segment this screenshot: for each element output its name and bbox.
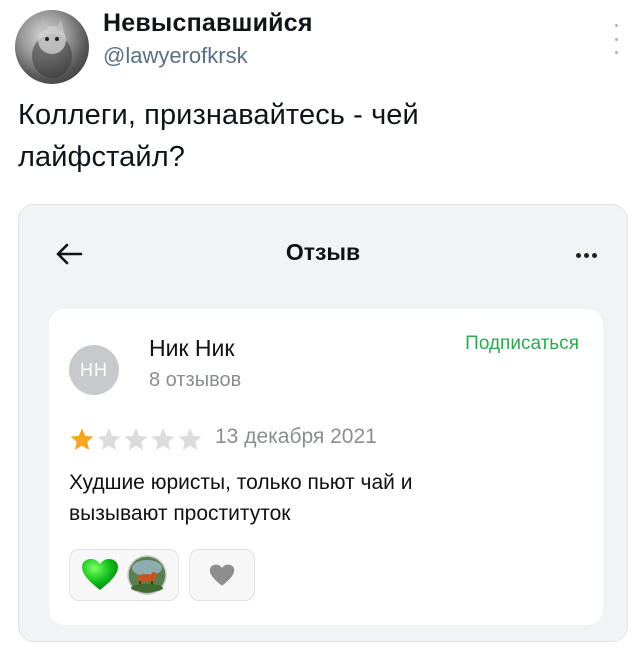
gray-heart-icon	[209, 564, 235, 587]
user-avatar[interactable]	[15, 10, 89, 84]
author-block: Невыспавшийся @lawyerofkrsk	[103, 8, 313, 70]
review-text: Худшие юристы, только пьют чай и вызываю…	[69, 467, 569, 529]
green-heart-icon	[81, 558, 119, 592]
star-empty-icon	[97, 428, 121, 450]
embedded-screenshot[interactable]: Отзыв НН Ник Ник 8 отзывов Подписаться 1…	[18, 204, 628, 642]
tweet-text-line: Коллеги, признавайтесь - чей	[18, 99, 419, 131]
more-options-icon[interactable]	[612, 24, 620, 54]
dot	[614, 37, 618, 41]
dot	[576, 253, 581, 258]
subscribe-button[interactable]: Подписаться	[465, 333, 579, 355]
screen-title: Отзыв	[285, 239, 361, 265]
tweet-text-line: лайфстайл?	[18, 141, 185, 173]
rating-stars	[69, 427, 203, 451]
reviewer-avatar[interactable]: НН	[69, 345, 119, 395]
dot	[584, 253, 589, 258]
reviewer-review-count: 8 отзывов	[149, 369, 242, 391]
reactor-avatar-icon	[127, 555, 167, 595]
reviewer-name[interactable]: Ник Ник	[149, 335, 234, 362]
dot	[614, 51, 618, 54]
review-screen-header: Отзыв	[19, 205, 627, 301]
reaction-chip-gray-heart[interactable]	[189, 549, 255, 601]
tweet-text: Коллеги, признавайтесь - чей лайфстайл?	[18, 94, 578, 178]
more-horizontal-icon[interactable]	[576, 253, 597, 258]
review-text-line: вызывают проституток	[69, 502, 291, 525]
tweet-header: Невыспавшийся @lawyerofkrsk	[10, 8, 630, 84]
review-text-line: Худшие юристы, только пьют чай и	[69, 471, 413, 494]
display-name[interactable]: Невыспавшийся	[103, 8, 313, 38]
dot	[592, 253, 597, 258]
user-handle[interactable]: @lawyerofkrsk	[103, 42, 313, 70]
review-card: НН Ник Ник 8 отзывов Подписаться 13 дека…	[49, 309, 603, 625]
star-empty-icon	[124, 428, 148, 450]
reaction-chip-green-heart[interactable]	[69, 549, 179, 601]
dot	[614, 24, 618, 27]
star-empty-icon	[151, 428, 175, 450]
star-filled-icon	[70, 428, 94, 450]
review-date: 13 декабря 2021	[215, 425, 377, 448]
star-empty-icon	[178, 428, 202, 450]
